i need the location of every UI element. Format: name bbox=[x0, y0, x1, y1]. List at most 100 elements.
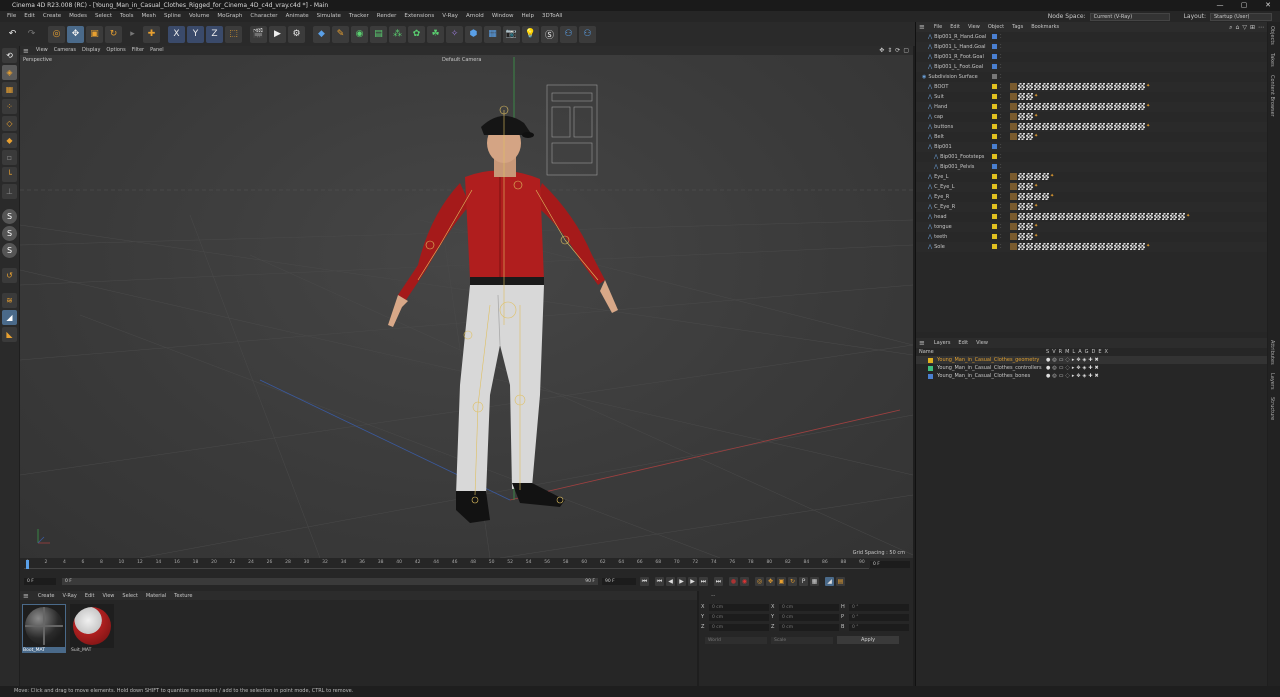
object-tag-icon[interactable] bbox=[1026, 83, 1033, 90]
object-row[interactable]: ⋀ head ⁚ ✦ bbox=[916, 212, 1267, 222]
menu-render[interactable]: Render bbox=[373, 11, 401, 22]
autokey-icon[interactable]: ◉ bbox=[740, 576, 749, 586]
object-row[interactable]: ⋀ C_Eye_R ⁚ ✦ bbox=[916, 202, 1267, 212]
render-picture-viewer-icon[interactable]: ▶ bbox=[269, 25, 286, 43]
object-tag-icon[interactable] bbox=[1082, 83, 1089, 90]
layer-color-swatch[interactable] bbox=[992, 134, 997, 139]
object-tag-icon[interactable] bbox=[1010, 213, 1017, 220]
om-menu-object[interactable]: Object bbox=[984, 24, 1008, 30]
layer-toggles-icon[interactable]: ●◎▭◌▸✥◈✚✖ bbox=[1046, 373, 1101, 379]
object-tag-icon[interactable] bbox=[1026, 203, 1033, 210]
object-row[interactable]: ⋀ BOOT ⁚ ✦ bbox=[916, 82, 1267, 92]
visibility-dots-icon[interactable]: ⁚ bbox=[1000, 114, 1003, 120]
previous-key-icon[interactable]: ⏮ bbox=[655, 576, 664, 586]
side-tab-takes[interactable]: Takes bbox=[1269, 53, 1275, 67]
pen-spline-icon[interactable]: ✎ bbox=[332, 25, 349, 43]
object-tag-icon[interactable] bbox=[1058, 123, 1065, 130]
menu-arnold[interactable]: Arnold bbox=[462, 11, 488, 22]
add-tool-icon[interactable]: ✚ bbox=[143, 25, 160, 43]
om-menu-view[interactable]: View bbox=[964, 24, 984, 30]
camera-icon[interactable]: 📷 bbox=[503, 25, 520, 43]
polygons-mode-icon[interactable]: ◆ bbox=[2, 133, 17, 148]
object-row[interactable]: ⋀ Bip001_L_Hand.Goal ⁚ bbox=[916, 42, 1267, 52]
visibility-dots-icon[interactable]: ⁚ bbox=[1000, 84, 1003, 90]
material-suit[interactable]: Suit_MAT bbox=[70, 604, 114, 653]
side-tab-objects[interactable]: Objects bbox=[1269, 26, 1275, 45]
object-tag-icon[interactable] bbox=[1026, 133, 1033, 140]
light-icon[interactable]: 💡 bbox=[522, 25, 539, 43]
object-tag-icon[interactable] bbox=[1026, 123, 1033, 130]
render-settings-icon[interactable]: ⚙ bbox=[288, 25, 305, 43]
visibility-dots-icon[interactable]: ⁚ bbox=[1000, 34, 1003, 40]
layer-col-r[interactable]: R bbox=[1059, 349, 1062, 355]
object-tag-icon[interactable] bbox=[1082, 213, 1089, 220]
object-tag-icon[interactable] bbox=[1090, 123, 1097, 130]
coordinate-system-icon[interactable]: ⬚ bbox=[225, 25, 242, 43]
vray-settings-icon[interactable]: S bbox=[2, 243, 17, 258]
timeline-window-icon[interactable]: ◢ bbox=[825, 576, 834, 586]
object-row[interactable]: ◉ Subdivision Surface ⁚ bbox=[916, 72, 1267, 82]
object-tag-icon[interactable] bbox=[1010, 113, 1017, 120]
object-tag-icon[interactable] bbox=[1018, 173, 1025, 180]
pla-key-icon[interactable]: ▦ bbox=[810, 576, 819, 586]
lock-workplane-icon[interactable]: ◣ bbox=[2, 327, 17, 342]
position-key-icon[interactable]: ✥ bbox=[766, 576, 775, 586]
layers-menu-view[interactable]: View bbox=[972, 340, 992, 346]
visibility-dots-icon[interactable]: ⁚ bbox=[1000, 164, 1003, 170]
viewport-menu-view[interactable]: View bbox=[33, 46, 51, 55]
deformer-icon[interactable]: ✿ bbox=[408, 25, 425, 43]
object-tag-icon[interactable] bbox=[1098, 83, 1105, 90]
layer-col-x[interactable]: X bbox=[1105, 349, 1108, 355]
coord-value-field[interactable]: 0 cm bbox=[779, 623, 839, 631]
y-axis-icon[interactable]: Y bbox=[187, 25, 204, 43]
layer-color-swatch[interactable] bbox=[992, 44, 997, 49]
object-tag-icon[interactable] bbox=[1050, 213, 1057, 220]
object-tag-icon[interactable] bbox=[1034, 213, 1041, 220]
material-boot[interactable]: Boot_MAT bbox=[22, 604, 66, 653]
object-tag-icon[interactable] bbox=[1138, 103, 1145, 110]
object-tag-icon[interactable] bbox=[1130, 243, 1137, 250]
object-tag-icon[interactable] bbox=[1042, 213, 1049, 220]
object-tag-icon[interactable] bbox=[1018, 83, 1025, 90]
object-tag-icon[interactable] bbox=[1026, 183, 1033, 190]
apply-button[interactable]: Apply bbox=[837, 636, 899, 644]
field-icon[interactable]: ☘ bbox=[427, 25, 444, 43]
layer-color-swatch[interactable] bbox=[992, 144, 997, 149]
layer-color-swatch[interactable] bbox=[992, 84, 997, 89]
object-row[interactable]: ⋀ cap ⁚ ✦ bbox=[916, 112, 1267, 122]
visibility-dots-icon[interactable]: ⁚ bbox=[1000, 124, 1003, 130]
om-menu-bookmarks[interactable]: Bookmarks bbox=[1027, 24, 1063, 30]
object-tag-icon[interactable] bbox=[1090, 83, 1097, 90]
object-tag-icon[interactable] bbox=[1138, 243, 1145, 250]
object-tag-icon[interactable] bbox=[1106, 243, 1113, 250]
object-tag-icon[interactable] bbox=[1074, 213, 1081, 220]
object-tag-icon[interactable] bbox=[1042, 193, 1049, 200]
object-tag-icon[interactable] bbox=[1018, 233, 1025, 240]
keyframe-selection-icon[interactable]: ◎ bbox=[755, 576, 764, 586]
mat-menu-v-ray[interactable]: V-Ray bbox=[59, 593, 81, 599]
menu-help[interactable]: Help bbox=[518, 11, 539, 22]
playhead[interactable] bbox=[26, 560, 29, 569]
object-tag-icon[interactable] bbox=[1138, 123, 1145, 130]
viewport-camera-label[interactable]: Default Camera bbox=[442, 57, 481, 63]
object-tag-icon[interactable] bbox=[1178, 213, 1185, 220]
layer-col-s[interactable]: S bbox=[1046, 349, 1049, 355]
object-row[interactable]: ⋀ Bip001_L_Foot.Goal ⁚ bbox=[916, 62, 1267, 72]
menu-v-ray[interactable]: V-Ray bbox=[438, 11, 462, 22]
visibility-dots-icon[interactable]: ⁚ bbox=[1000, 214, 1003, 220]
layer-col-v[interactable]: V bbox=[1052, 349, 1055, 355]
object-tag-icon[interactable] bbox=[1010, 243, 1017, 250]
start-frame-field[interactable]: 0 F bbox=[24, 577, 56, 585]
visibility-dots-icon[interactable]: ⁚ bbox=[1000, 104, 1003, 110]
menu-mograph[interactable]: MoGraph bbox=[213, 11, 246, 22]
object-tag-icon[interactable] bbox=[1018, 123, 1025, 130]
object-tag-icon[interactable] bbox=[1026, 243, 1033, 250]
object-tag-icon[interactable] bbox=[1034, 193, 1041, 200]
layer-col-l[interactable]: L bbox=[1072, 349, 1075, 355]
object-tag-icon[interactable] bbox=[1018, 213, 1025, 220]
scale-tool-icon[interactable]: ▣ bbox=[86, 25, 103, 43]
coord-value-field[interactable]: 0 ° bbox=[849, 623, 909, 631]
object-tag-icon[interactable] bbox=[1018, 183, 1025, 190]
side-tab-attributes[interactable]: Attributes bbox=[1269, 340, 1275, 365]
object-tag-icon[interactable] bbox=[1162, 213, 1169, 220]
